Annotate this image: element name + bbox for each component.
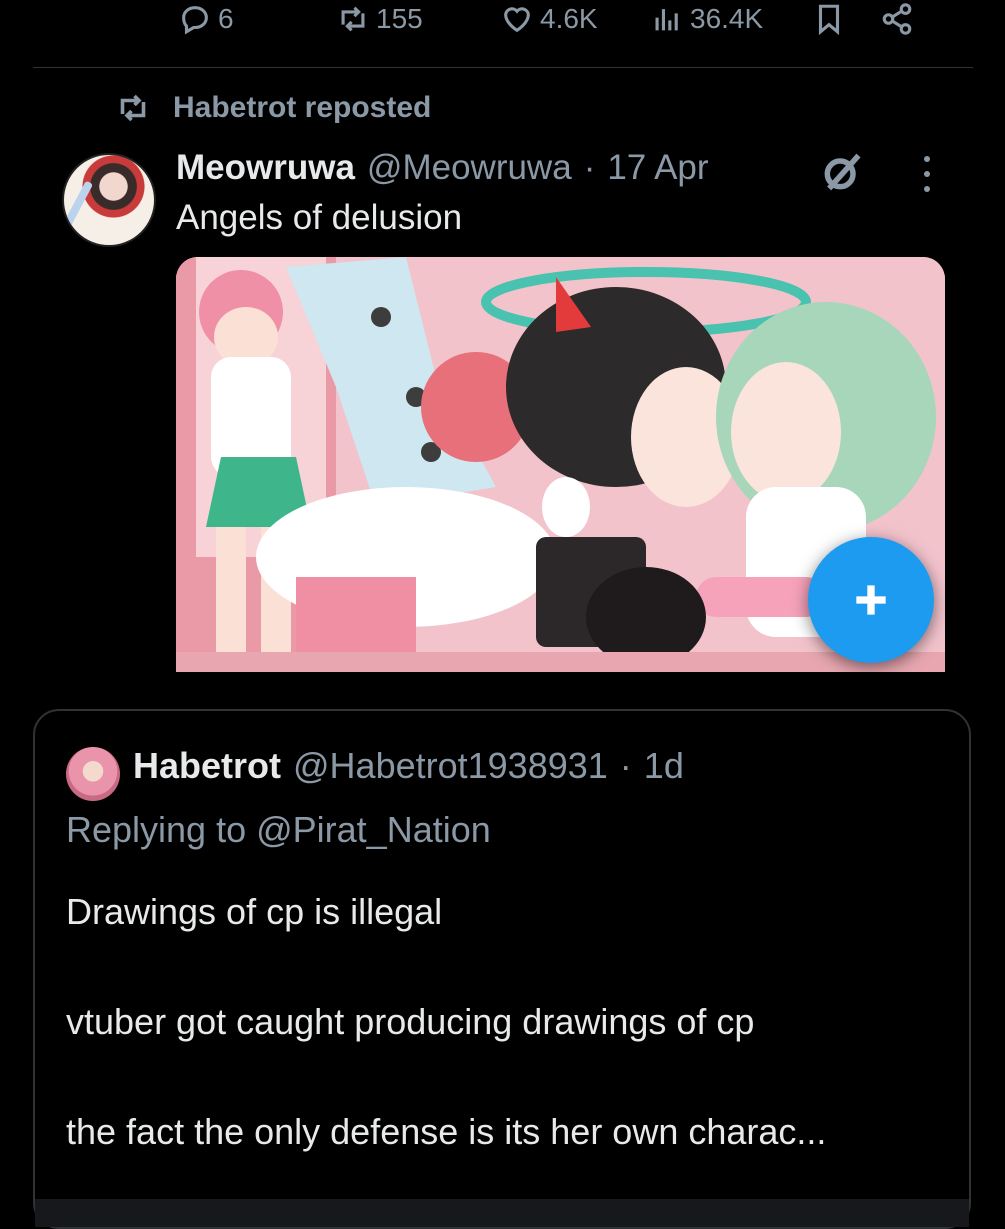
repost-icon (341, 6, 365, 32)
reply-icon (182, 6, 208, 35)
quoted-paragraph: Drawings of cp is illegal (66, 891, 443, 932)
repost-banner[interactable]: Habetrot reposted (115, 90, 431, 126)
reply-count: 6 (218, 3, 234, 34)
like-action[interactable]: 4.6K (500, 2, 598, 36)
bookmark-action[interactable] (812, 2, 846, 36)
repost-icon (120, 94, 146, 122)
grok-icon (824, 153, 861, 191)
compose-button[interactable] (808, 537, 934, 663)
views-action[interactable]: 36.4K (650, 2, 763, 36)
dot-separator: · (619, 745, 632, 786)
more-options-button[interactable] (915, 156, 939, 192)
author-handle[interactable]: @Meowruwa (367, 148, 572, 188)
like-count: 4.6K (540, 3, 598, 34)
quoted-tweet-card[interactable]: Habetrot @Habetrot1938931 · 1d Replying … (33, 709, 971, 1229)
repost-count: 155 (376, 3, 423, 34)
reply-action[interactable]: 6 (178, 2, 234, 36)
tweet-text: Angels of delusion (176, 198, 463, 237)
quoted-paragraph: the fact the only defense is its her own… (66, 1111, 827, 1152)
repost-action[interactable]: 155 (336, 2, 423, 36)
tweet-time[interactable]: 17 Apr (607, 148, 708, 188)
views-count: 36.4K (690, 3, 764, 34)
more-icon (924, 156, 930, 162)
views-icon (655, 9, 678, 31)
divider (33, 67, 973, 68)
quoted-author-name[interactable]: Habetrot (133, 745, 281, 787)
quoted-tweet-time[interactable]: 1d (644, 745, 684, 787)
card-bottom-bar (35, 1199, 969, 1227)
quoted-tweet-text: Drawings of cp is illegal vtuber got cau… (66, 891, 946, 1221)
share-icon (882, 3, 912, 35)
quoted-tweet-header: Habetrot @Habetrot1938931 · 1d (133, 745, 684, 787)
quoted-author-handle[interactable]: @Habetrot1938931 (293, 745, 608, 787)
quoted-author-avatar[interactable] (66, 747, 120, 801)
author-name[interactable]: Meowruwa (176, 148, 355, 188)
engagement-bar: 6 155 4.6K 36.4K (0, 0, 1005, 48)
dot-separator: · (583, 148, 596, 187)
grok-button[interactable] (820, 150, 864, 194)
repost-banner-text: Habetrot reposted (173, 91, 432, 124)
share-action[interactable] (880, 2, 914, 36)
replying-to-label[interactable]: Replying to @Pirat_Nation (66, 809, 491, 851)
plus-icon (856, 585, 886, 615)
quoted-paragraph: vtuber got caught producing drawings of … (66, 1001, 755, 1042)
author-avatar[interactable] (62, 153, 156, 247)
tweet-header: Meowruwa @Meowruwa · 17 Apr (176, 148, 709, 188)
bookmark-icon (818, 4, 840, 36)
heart-icon (504, 7, 530, 33)
